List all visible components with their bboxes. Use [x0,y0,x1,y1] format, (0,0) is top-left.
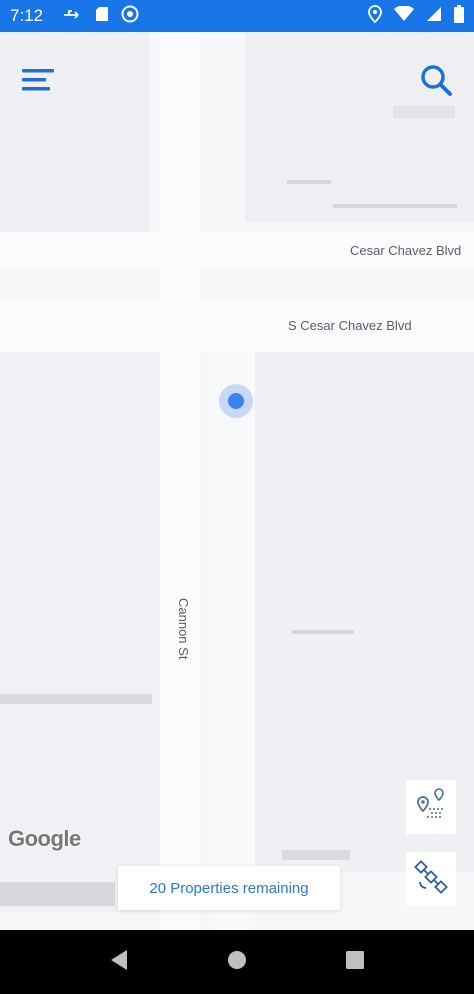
menu-button[interactable] [18,62,58,102]
road [210,352,255,930]
recents-icon [345,950,365,975]
map-line [0,882,115,906]
map-block [245,32,474,222]
google-logo: Google [8,826,81,851]
map-layer-button[interactable] [406,780,456,834]
battery-icon [454,4,464,28]
current-location-dot [219,384,253,418]
map-line [282,850,350,860]
map-line [287,180,331,184]
road [160,32,200,930]
map-line [0,694,152,704]
satellite-button[interactable] [406,852,456,906]
map-line [292,630,354,634]
nav-home-button[interactable] [217,942,257,982]
nav-recents-button[interactable] [335,942,375,982]
map-view[interactable]: Cesar Chavez Blvd S Cesar Chavez Blvd Ca… [0,32,474,930]
map-line [333,204,457,208]
sd-card-icon [95,6,109,27]
signal-icon [426,6,442,27]
home-icon [227,950,247,975]
search-button[interactable] [416,62,456,102]
properties-remaining-label: 20 Properties remaining [149,879,309,897]
street-label-s-cesar-chavez-blvd: S Cesar Chavez Blvd [288,318,412,333]
status-time: 7:12 [10,6,44,25]
search-icon [419,63,453,102]
street-label-cesar-chavez-blvd: Cesar Chavez Blvd [350,243,462,258]
system-nav-bar [0,930,474,994]
street-label-cannon-st: Cannon St [176,598,191,660]
vpn-icon [121,5,139,28]
status-bar: 7:12 [0,0,474,32]
map-pin-layer-icon [413,787,449,828]
map-line [393,106,455,118]
hamburger-menu-icon [22,68,54,97]
properties-remaining-button[interactable]: 20 Properties remaining [118,866,340,910]
usb-icon [63,6,83,26]
back-icon [109,949,129,976]
location-pin-icon [368,4,382,28]
wifi-icon [394,4,414,27]
satellite-icon [414,859,448,899]
nav-back-button[interactable] [99,942,139,982]
